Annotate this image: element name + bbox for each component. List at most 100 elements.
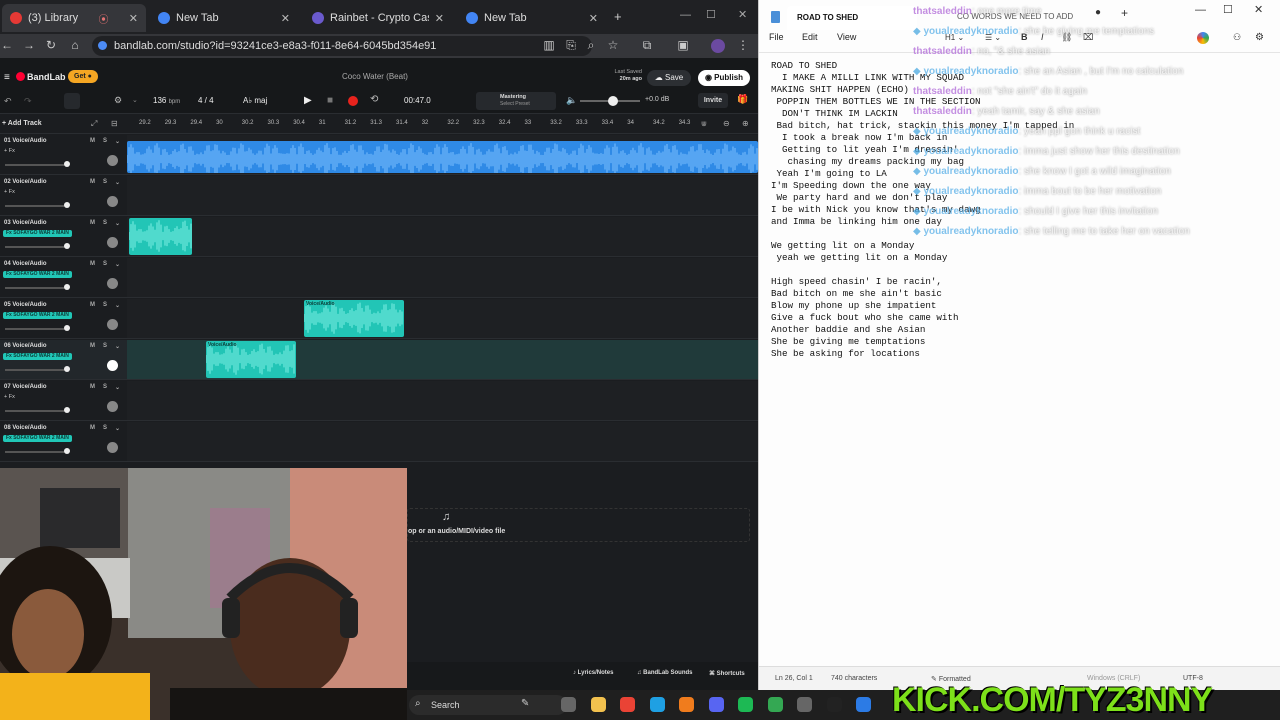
pan-knob[interactable]	[107, 196, 118, 207]
task-view-icon[interactable]	[561, 697, 576, 712]
minimize-icon[interactable]: —	[680, 9, 691, 21]
solo-button[interactable]: S	[103, 302, 107, 308]
track-header[interactable]: 08 Voice/Audio Fx SOFAYGO WAR 2 MAIN M S ⌄	[0, 422, 127, 462]
invite-button[interactable]: Invite	[698, 93, 728, 108]
snap-icon[interactable]: ⋓	[701, 120, 707, 128]
publish-button[interactable]: ◉ Publish	[698, 70, 750, 86]
menu-file[interactable]: File	[769, 32, 784, 42]
profile-avatar[interactable]	[711, 39, 725, 53]
volume-handle[interactable]	[64, 366, 70, 372]
bandlab-sounds-button[interactable]: ♫ BandLab Sounds	[637, 670, 693, 676]
audio-clip[interactable]: Voice/Audio	[206, 341, 296, 378]
tempo-display[interactable]: 136 bpm	[153, 96, 180, 105]
hamburger-icon[interactable]: ≡	[4, 72, 10, 83]
volume-handle[interactable]	[64, 325, 70, 331]
close-tab-icon[interactable]: ✕	[435, 12, 444, 25]
track-name[interactable]: 06 Voice/Audio	[4, 343, 47, 349]
chevron-down-icon[interactable]: ⌄	[115, 220, 120, 227]
chevron-down-icon[interactable]: ⌄	[115, 384, 120, 391]
record-button[interactable]	[348, 96, 358, 106]
mute-button[interactable]: M	[90, 261, 95, 267]
close-tab-icon[interactable]: ✕	[281, 12, 290, 25]
track-lane[interactable]: Voice/Audio	[127, 340, 758, 380]
zoom-in-icon[interactable]: ⊕	[742, 119, 749, 128]
shortcuts-button[interactable]: ⌘ Shortcuts	[709, 670, 745, 677]
close-tab-icon[interactable]: ✕	[589, 12, 598, 25]
track-volume-slider[interactable]	[5, 287, 67, 289]
track-lane[interactable]	[127, 422, 758, 462]
track-header[interactable]: 07 Voice/Audio + Fx M S ⌄	[0, 381, 127, 421]
maximize-icon[interactable]: ☐	[706, 8, 716, 21]
site-info-icon[interactable]	[98, 41, 107, 50]
track-volume-slider[interactable]	[5, 451, 67, 453]
menu-edit[interactable]: Edit	[802, 32, 818, 42]
app-blue-icon[interactable]	[856, 697, 871, 712]
track-volume-slider[interactable]	[5, 205, 67, 207]
close-tab-icon[interactable]: ✕	[129, 12, 138, 25]
audio-clip[interactable]: Voice/Audio	[304, 300, 404, 337]
discord-icon[interactable]	[708, 697, 724, 712]
volume-knob[interactable]	[608, 96, 618, 106]
lyrics-notes-button[interactable]: ♪ Lyrics/Notes	[573, 670, 613, 676]
tab-new-tab-1[interactable]: New Tab ✕	[150, 4, 298, 32]
chrome-icon[interactable]	[620, 697, 635, 712]
timeline-ruler[interactable]: ⋓ ⊖ ⊕ 29.2 29.3 29.4 30 30.2 30.3 30.4 31 31.2 31…	[127, 116, 758, 134]
sidebar-icon[interactable]: ▣	[676, 38, 690, 52]
volume-handle[interactable]	[64, 407, 70, 413]
time-signature[interactable]: 4 / 4	[198, 96, 214, 105]
automation-icon[interactable]: ⤢	[91, 119, 97, 129]
add-fx-button[interactable]: + Fx	[4, 189, 15, 195]
fx-preset-chip[interactable]: Fx SOFAYGO WAR 2 MAIN	[3, 271, 72, 278]
stop-button[interactable]: ■	[327, 95, 333, 106]
bookmark-star-icon[interactable]: ☆	[606, 38, 620, 52]
volume-handle[interactable]	[64, 448, 70, 454]
spotify-icon[interactable]	[738, 697, 753, 712]
mastering-selector[interactable]: Mastering Select Preset	[476, 92, 556, 110]
tuner-icon[interactable]: ⚙	[114, 95, 122, 106]
pan-knob[interactable]	[107, 319, 118, 330]
track-volume-slider[interactable]	[5, 410, 67, 412]
chevron-down-icon[interactable]: ⌄	[115, 302, 120, 309]
taskbar-search[interactable]: ⌕ Search ✎	[409, 695, 567, 715]
solo-button[interactable]: S	[103, 138, 107, 144]
track-lane[interactable]	[127, 381, 758, 421]
volume-handle[interactable]	[64, 161, 70, 167]
volume-handle[interactable]	[64, 284, 70, 290]
solo-button[interactable]: S	[103, 261, 107, 267]
track-lane[interactable]	[127, 135, 758, 175]
key-display[interactable]: A♭ maj	[243, 96, 267, 105]
volume-handle[interactable]	[64, 202, 70, 208]
track-name[interactable]: 03 Voice/Audio	[4, 220, 47, 226]
track-lane[interactable]	[127, 176, 758, 216]
mute-button[interactable]: M	[90, 179, 95, 185]
song-title[interactable]: Coco Water (Beat)	[320, 72, 430, 81]
browser-icon[interactable]	[679, 697, 694, 712]
tab-library[interactable]: (3) Library ⦿ ✕	[2, 4, 146, 32]
chevron-down-icon[interactable]: ⌄	[132, 96, 138, 104]
chevron-down-icon[interactable]: ⌄	[115, 425, 120, 432]
track-name[interactable]: 01 Voice/Audio	[4, 138, 47, 144]
solo-button[interactable]: S	[103, 179, 107, 185]
zoom-out-icon[interactable]: ⊖	[723, 119, 730, 128]
redo-icon[interactable]: ↷	[24, 96, 32, 107]
volume-handle[interactable]	[64, 243, 70, 249]
track-header[interactable]: 03 Voice/Audio Fx SOFAYGO WAR 2 MAIN M S ⌄	[0, 217, 127, 257]
menu-kebab-icon[interactable]: ⋮	[736, 38, 750, 52]
chevron-down-icon[interactable]: ⌄	[115, 138, 120, 145]
track-volume-slider[interactable]	[5, 246, 67, 248]
mute-button[interactable]: M	[90, 425, 95, 431]
tab-new-tab-2[interactable]: New Tab ✕	[458, 4, 606, 32]
reader-icon[interactable]: ▥	[542, 38, 556, 52]
notepad-tab[interactable]: ROAD TO SHED	[787, 6, 917, 30]
track-name[interactable]: 02 Voice/Audio	[4, 179, 47, 185]
forward-icon[interactable]: →	[22, 38, 36, 52]
metronome-placeholder-icon[interactable]	[64, 93, 80, 109]
solo-button[interactable]: S	[103, 384, 107, 390]
track-header[interactable]: 01 Voice/Audio + Fx M S ⌄	[0, 135, 127, 175]
audio-clip[interactable]	[129, 218, 192, 255]
fx-preset-chip[interactable]: Fx SOFAYGO WAR 2 MAIN	[3, 435, 72, 442]
pan-knob[interactable]	[107, 360, 118, 371]
track-header[interactable]: 05 Voice/Audio Fx SOFAYGO WAR 2 MAIN M S ⌄	[0, 299, 127, 339]
chevron-down-icon[interactable]: ⌄	[115, 343, 120, 350]
solo-button[interactable]: S	[103, 220, 107, 226]
